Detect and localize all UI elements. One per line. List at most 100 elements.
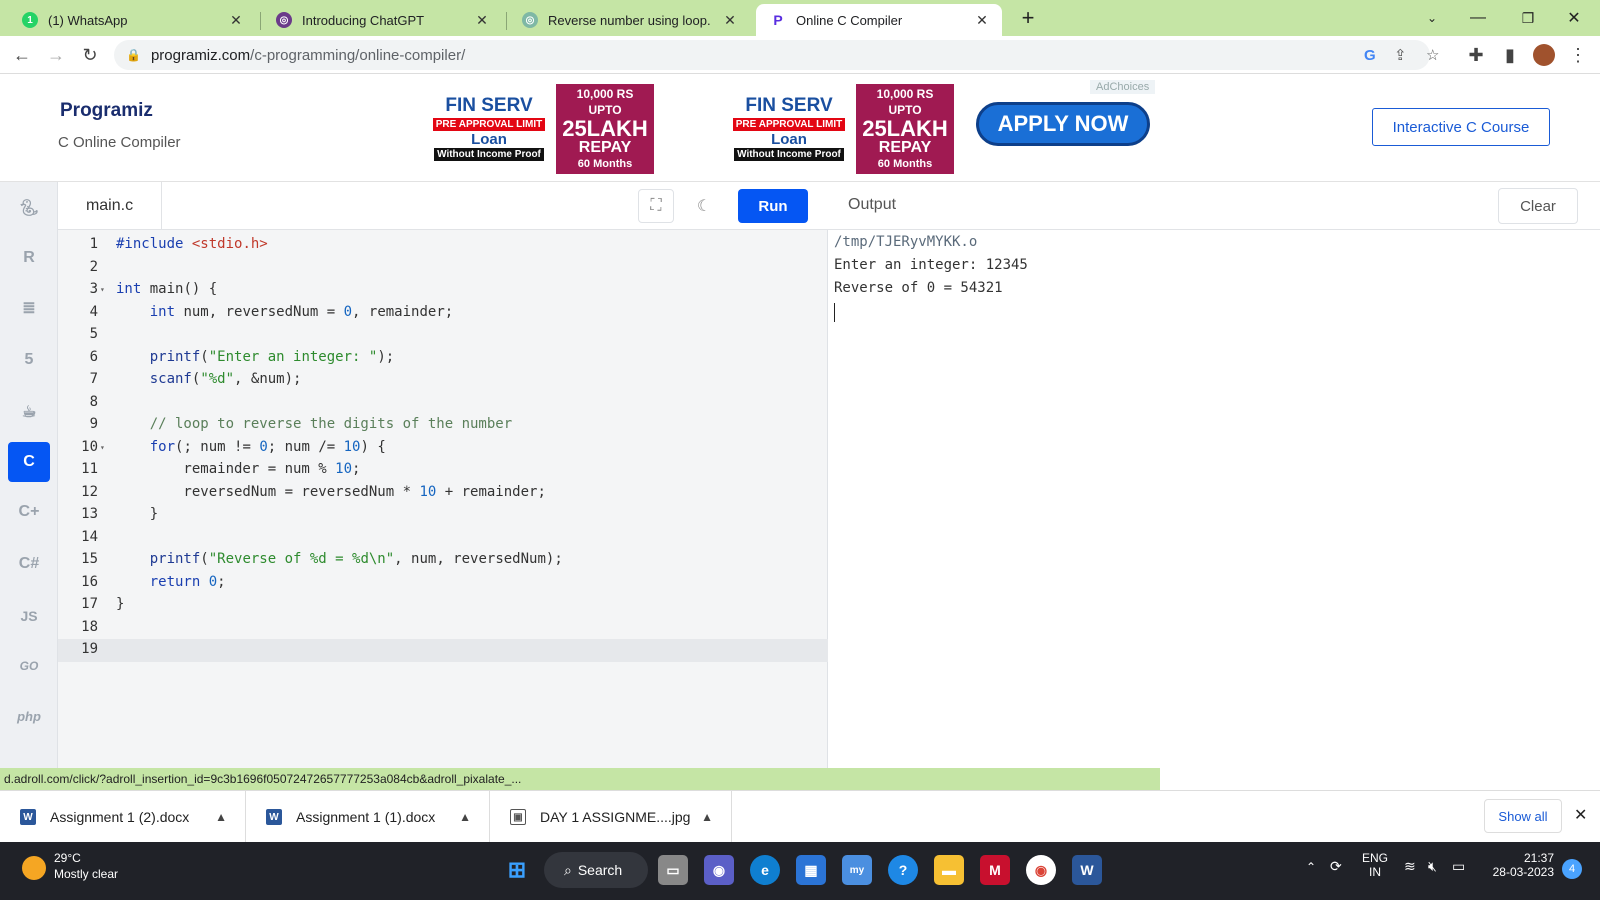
- download-item[interactable]: W Assignment 1 (2).docx ▲: [0, 791, 246, 843]
- share-icon[interactable]: ⇪: [1394, 46, 1407, 64]
- mute-icon[interactable]: 🔇︎: [1428, 858, 1437, 875]
- weather-icon[interactable]: [22, 856, 46, 880]
- store-icon[interactable]: ▦: [796, 855, 826, 885]
- minimize-button[interactable]: —: [1456, 4, 1500, 32]
- output-console[interactable]: /tmp/TJERyvMYKK.o Enter an integer: 1234…: [828, 230, 1600, 768]
- output-title: Output: [848, 196, 897, 213]
- html5-icon[interactable]: 5: [8, 340, 50, 380]
- extensions-icon[interactable]: ✚: [1462, 41, 1490, 69]
- code-line[interactable]: reversedNum = reversedNum * 10 + remaind…: [116, 484, 545, 500]
- teams-chat-icon[interactable]: ◉: [704, 855, 734, 885]
- csharp-icon[interactable]: C#: [8, 544, 50, 584]
- clear-button[interactable]: Clear: [1498, 188, 1578, 224]
- code-line[interactable]: for(; num != 0; num /= 10) {: [116, 439, 386, 455]
- c-icon[interactable]: C: [8, 442, 50, 482]
- tab-reverse-number[interactable]: ◎ Reverse number using loop. ✕: [508, 4, 750, 36]
- code-line[interactable]: }: [116, 506, 158, 522]
- ad-banner[interactable]: FIN SERV PRE APPROVAL LIMIT Loan Without…: [422, 84, 654, 174]
- tab-search-icon[interactable]: ⌄: [1410, 4, 1454, 32]
- word-doc-icon: W: [20, 809, 36, 825]
- word-icon[interactable]: W: [1072, 855, 1102, 885]
- menu-icon[interactable]: ⋮: [1564, 41, 1592, 69]
- code-line[interactable]: printf("Enter an integer: ");: [116, 349, 394, 365]
- cpp-icon[interactable]: C+: [8, 492, 50, 532]
- fold-arrow-icon[interactable]: ▾: [100, 285, 105, 294]
- ad-banner[interactable]: FIN SERV PRE APPROVAL LIMIT Loan Without…: [722, 84, 954, 174]
- close-icon[interactable]: ✕: [722, 12, 738, 29]
- task-view-icon[interactable]: ▭: [658, 855, 688, 885]
- fullscreen-icon[interactable]: ⛶: [638, 189, 674, 223]
- language-indicator[interactable]: ENG IN: [1362, 851, 1388, 879]
- chevron-up-icon[interactable]: ⌃: [1306, 860, 1316, 874]
- code-line[interactable]: remainder = num % 10;: [116, 461, 360, 477]
- code-line[interactable]: return 0;: [116, 574, 226, 590]
- run-button[interactable]: Run: [738, 189, 808, 223]
- tab-online-c-compiler[interactable]: P Online C Compiler ✕: [756, 4, 1002, 36]
- download-item[interactable]: W Assignment 1 (1).docx ▲: [246, 791, 490, 843]
- forward-icon[interactable]: →: [42, 41, 70, 69]
- output-line: Reverse of 0 = 54321: [834, 280, 1003, 296]
- clock[interactable]: 21:37 28-03-2023: [1488, 851, 1554, 879]
- back-icon[interactable]: ←: [8, 41, 36, 69]
- interactive-course-button[interactable]: Interactive C Course: [1372, 108, 1550, 146]
- notification-badge[interactable]: 4: [1562, 859, 1582, 879]
- reload-icon[interactable]: ↻: [76, 41, 104, 69]
- code-line[interactable]: printf("Reverse of %d = %d\n", num, reve…: [116, 551, 563, 567]
- new-tab-button[interactable]: +: [1006, 4, 1050, 32]
- chatgpt-icon: ◎: [522, 12, 538, 28]
- php-icon[interactable]: php: [8, 696, 50, 736]
- edge-icon[interactable]: e: [750, 855, 780, 885]
- code-line[interactable]: #include <stdio.h>: [116, 236, 268, 252]
- programiz-logo[interactable]: Programiz: [60, 100, 153, 122]
- taskbar-search[interactable]: ⌕ Search: [544, 852, 648, 888]
- line-number: 18: [81, 618, 98, 635]
- sync-icon[interactable]: ⟳: [1330, 858, 1342, 875]
- dark-mode-icon[interactable]: ☾: [686, 189, 722, 223]
- search-icon: ⌕: [564, 861, 572, 878]
- close-downloads-icon[interactable]: ✕: [1574, 805, 1587, 825]
- wifi-icon[interactable]: ≋: [1404, 858, 1416, 875]
- star-icon[interactable]: ☆: [1426, 46, 1439, 64]
- adchoices-label[interactable]: AdChoices: [1090, 80, 1156, 94]
- tab-whatsapp[interactable]: 1 (1) WhatsApp ✕: [8, 4, 256, 36]
- avatar[interactable]: [1530, 41, 1558, 69]
- side-panel-icon[interactable]: ▮: [1496, 41, 1524, 69]
- go-icon[interactable]: GO: [8, 646, 50, 686]
- close-window-button[interactable]: ✕: [1552, 4, 1596, 32]
- python-icon[interactable]: 🐍︎: [8, 188, 50, 228]
- close-icon[interactable]: ✕: [974, 12, 990, 29]
- file-tab-main-c[interactable]: main.c: [58, 182, 162, 230]
- help-icon[interactable]: ?: [888, 855, 918, 885]
- database-icon[interactable]: ≣: [8, 288, 50, 328]
- code-editor[interactable]: 1 #include <stdio.h> 2 3 ▾ int main() {4 int …: [58, 230, 828, 768]
- code-line[interactable]: }: [116, 596, 124, 612]
- chevron-up-icon[interactable]: ▲: [459, 810, 471, 824]
- download-item[interactable]: ▣ DAY 1 ASSIGNME....jpg ▲: [490, 791, 732, 843]
- battery-icon[interactable]: ▭: [1452, 858, 1465, 875]
- mylio-icon[interactable]: my: [842, 855, 872, 885]
- mcafee-icon[interactable]: M: [980, 855, 1010, 885]
- chrome-icon[interactable]: ◉: [1026, 855, 1056, 885]
- close-icon[interactable]: ✕: [474, 12, 490, 29]
- chevron-up-icon[interactable]: ▲: [215, 810, 227, 824]
- windows-start-icon[interactable]: ⊞: [502, 855, 532, 885]
- site-header: Programiz C Online Compiler FIN SERV PRE…: [0, 74, 1600, 182]
- apply-now-button[interactable]: APPLY NOW: [976, 102, 1150, 146]
- java-icon[interactable]: ☕︎: [8, 392, 50, 432]
- code-line[interactable]: int num, reversedNum = 0, remainder;: [116, 304, 453, 320]
- fold-arrow-icon[interactable]: ▾: [100, 443, 105, 452]
- close-icon[interactable]: ✕: [228, 12, 244, 29]
- js-icon[interactable]: JS: [8, 596, 50, 636]
- url-input[interactable]: 🔒 programiz.com/c-programming/online-com…: [114, 40, 1439, 70]
- code-line[interactable]: int main() {: [116, 281, 217, 297]
- windows-taskbar: 29°C Mostly clear ⊞ ⌕ Search ▭ ◉ e ▦ my ?…: [0, 842, 1600, 900]
- tab-chatgpt[interactable]: ◎ Introducing ChatGPT ✕: [262, 4, 502, 36]
- show-all-button[interactable]: Show all: [1484, 799, 1562, 833]
- chevron-up-icon[interactable]: ▲: [701, 810, 713, 824]
- google-icon[interactable]: G: [1364, 47, 1376, 64]
- restore-button[interactable]: ❐: [1506, 4, 1550, 32]
- r-icon[interactable]: R: [8, 238, 50, 278]
- code-line[interactable]: // loop to reverse the digits of the num…: [116, 416, 512, 432]
- file-explorer-icon[interactable]: ▬: [934, 855, 964, 885]
- code-line[interactable]: scanf("%d", &num);: [116, 371, 302, 387]
